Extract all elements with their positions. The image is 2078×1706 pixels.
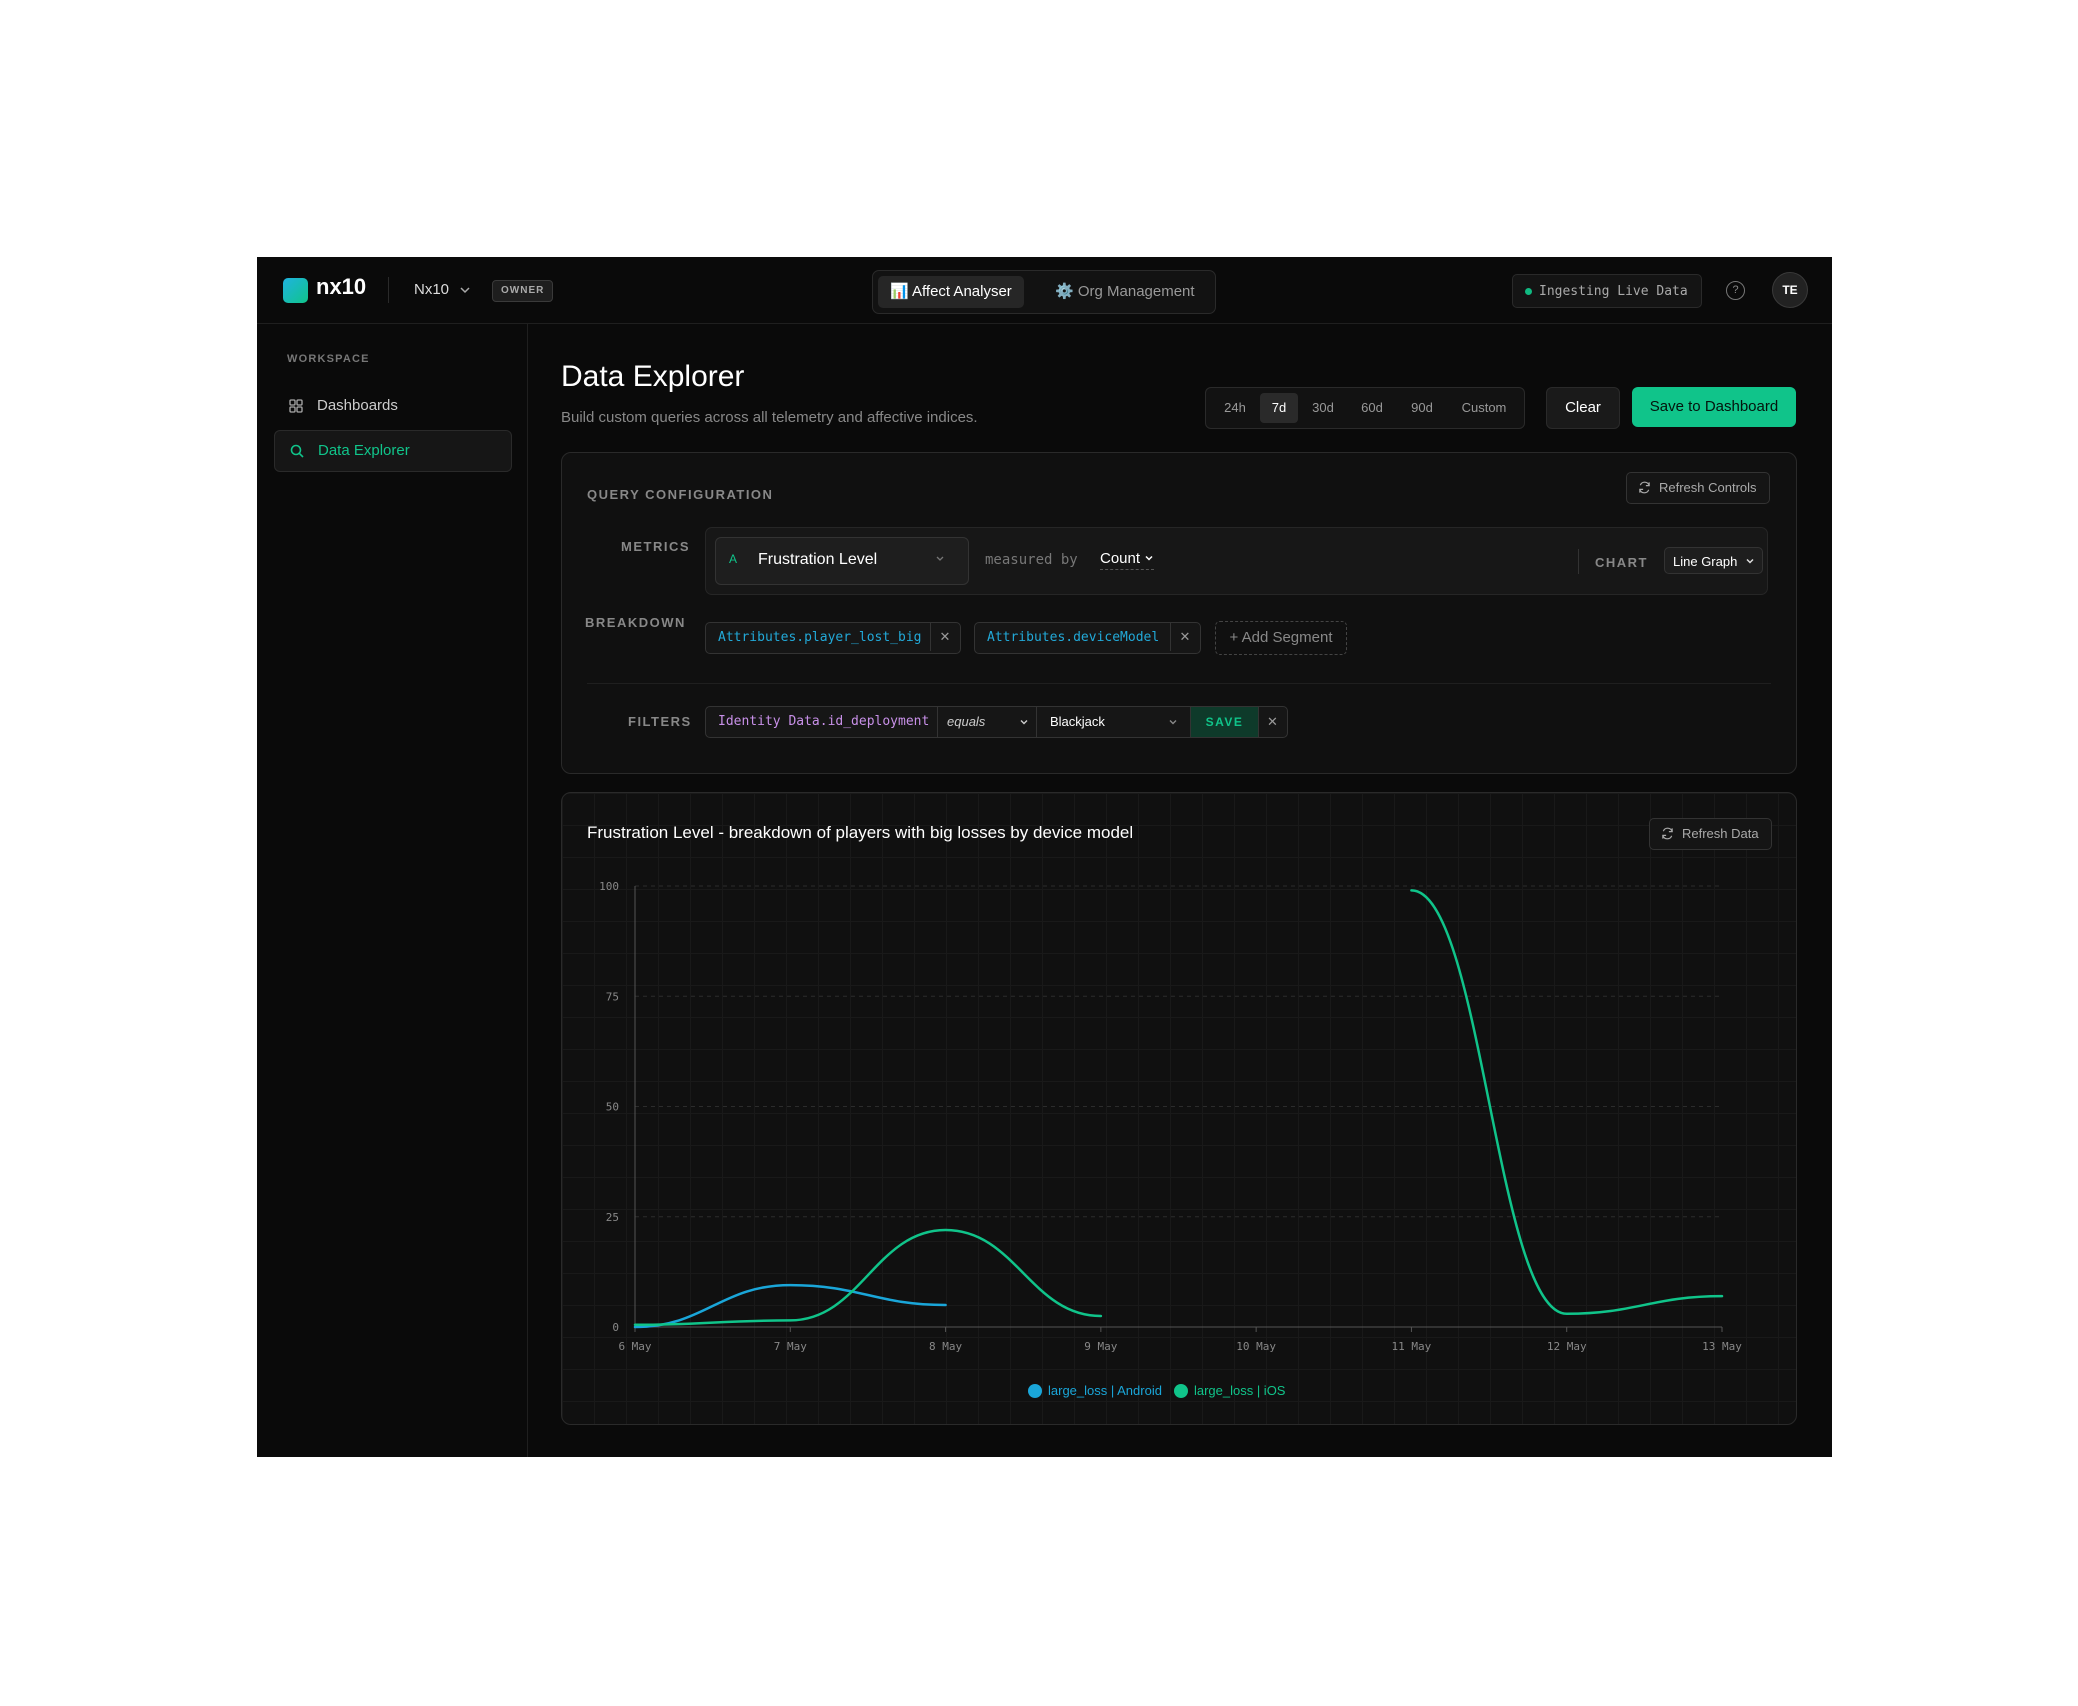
range-30d[interactable]: 30d [1302, 393, 1344, 423]
x-tick-label: 12 May [1547, 1340, 1587, 1353]
aggregation-value: Count [1100, 550, 1141, 567]
legend-swatch [1028, 1383, 1042, 1398]
chevron-down-icon [936, 556, 944, 561]
y-tick-label: 50 [606, 1101, 619, 1114]
x-tick-label: 9 May [1084, 1340, 1117, 1353]
avatar[interactable]: TE [1772, 272, 1808, 308]
breakdown-chip-label: Attributes.deviceModel [987, 630, 1160, 645]
metric-row: A Frustration Level measured by Count CH… [705, 527, 1768, 595]
x-tick-label: 10 May [1236, 1340, 1276, 1353]
sidebar-item-dashboards[interactable]: Dashboards [274, 386, 510, 426]
range-24h[interactable]: 24h [1214, 393, 1256, 423]
x-tick-label: 6 May [618, 1340, 651, 1353]
query-configuration-panel: QUERY CONFIGURATION Refresh Controls MET… [561, 452, 1797, 774]
status-dot-icon [1525, 288, 1532, 295]
filter-operator-select[interactable]: equals [938, 707, 1037, 737]
refresh-controls-label: Refresh Controls [1659, 480, 1757, 495]
y-tick-label: 25 [606, 1211, 619, 1224]
status-text: Ingesting Live Data [1539, 284, 1688, 299]
series-line-ios [1410, 889, 1724, 1316]
range-90d[interactable]: 90d [1401, 393, 1443, 423]
tab-affect-analyser[interactable]: 📊 Affect Analyser [878, 276, 1024, 308]
sidebar: WORKSPACE Dashboards Data Explorer [257, 323, 528, 1457]
org-name: Nx10 [414, 281, 450, 298]
metric-name: Frustration Level [758, 551, 878, 568]
divider [587, 683, 1771, 684]
y-tick-label: 0 [612, 1321, 619, 1334]
logo-icon [283, 278, 308, 303]
measured-by-label: measured by [985, 552, 1078, 568]
page-title: Data Explorer [561, 360, 745, 393]
line-chart: 0 25 50 75 100 6 May 7 May 8 May 9 May 10 May 11 M… [599, 880, 1742, 1353]
help-circle-icon[interactable]: ? [1726, 281, 1745, 300]
range-7d[interactable]: 7d [1260, 393, 1298, 423]
filter-value: Blackjack [1050, 714, 1105, 729]
y-tick-label: 75 [606, 990, 619, 1003]
app-window: nx10 Nx10 OWNER 📊 Affect Analyser ⚙️ Org… [257, 257, 1832, 1457]
filter-operator-value: equals [947, 714, 986, 729]
legend-label: large_loss | iOS [1193, 1383, 1286, 1398]
x-tick-label: 7 May [774, 1340, 807, 1353]
role-badge: OWNER [492, 280, 554, 302]
divider [388, 277, 389, 303]
legend-swatch [1173, 1383, 1188, 1398]
page-subtitle: Build custom queries across all telemetr… [561, 409, 978, 426]
metric-letter: A [729, 552, 738, 566]
top-bar: nx10 Nx10 OWNER 📊 Affect Analyser ⚙️ Org… [257, 257, 1832, 324]
sidebar-section-label: WORKSPACE [287, 353, 370, 365]
close-icon[interactable]: ✕ [1258, 707, 1287, 737]
chart-legend: large_loss | Android large_loss | iOS [1028, 1383, 1285, 1398]
metric-select[interactable]: A Frustration Level [715, 537, 969, 585]
chevron-down-icon [1145, 555, 1153, 561]
app-switcher: 📊 Affect Analyser ⚙️ Org Management [872, 270, 1216, 314]
legend-label: large_loss | Android [1048, 1383, 1162, 1398]
refresh-controls-button[interactable]: Refresh Controls [1626, 472, 1770, 504]
chevron-down-icon [460, 286, 470, 293]
grid-icon [289, 399, 303, 413]
filter-field[interactable]: Identity Data.id_deployment [706, 707, 938, 737]
x-tick-label: 13 May [1702, 1340, 1742, 1353]
sidebar-item-label: Data Explorer [318, 442, 410, 459]
breakdown-label: BREAKDOWN [585, 615, 686, 630]
panel-title: QUERY CONFIGURATION [587, 487, 774, 502]
filter-row: Identity Data.id_deployment equals Black… [705, 706, 1288, 738]
x-tick-label: 11 May [1392, 1340, 1432, 1353]
chart-panel: Frustration Level - breakdown of players… [561, 792, 1797, 1425]
close-icon[interactable]: ✕ [1170, 623, 1199, 651]
chevron-down-icon [1169, 720, 1177, 725]
sidebar-item-label: Dashboards [317, 397, 398, 414]
breakdown-chip[interactable]: Attributes.player_lost_big ✕ [705, 622, 961, 654]
close-icon[interactable]: ✕ [930, 623, 959, 651]
metrics-label: METRICS [621, 539, 690, 554]
breakdown-chip[interactable]: Attributes.deviceModel ✕ [974, 622, 1201, 654]
aggregation-select[interactable]: Count [1100, 550, 1155, 570]
divider [1578, 549, 1579, 574]
clear-button[interactable]: Clear [1546, 387, 1620, 429]
time-range-selector: 24h 7d 30d 60d 90d Custom [1205, 387, 1525, 429]
y-tick-label: 100 [599, 880, 619, 893]
sidebar-item-data-explorer[interactable]: Data Explorer [274, 430, 512, 472]
chevron-down-icon [1746, 558, 1754, 564]
logo-text: nx10 [316, 274, 367, 299]
legend-item-ios[interactable]: large_loss | iOS [1173, 1383, 1286, 1398]
chevron-down-icon [1020, 720, 1028, 725]
search-icon [290, 444, 304, 458]
legend-item-android[interactable]: large_loss | Android [1028, 1383, 1162, 1398]
tab-org-management[interactable]: ⚙️ Org Management [1043, 276, 1207, 308]
breakdown-chip-label: Attributes.player_lost_big [718, 630, 922, 645]
save-to-dashboard-button[interactable]: Save to Dashboard [1632, 387, 1796, 427]
filter-value-select[interactable]: Blackjack [1037, 707, 1191, 737]
chart-type-label: CHART [1595, 555, 1648, 570]
filters-label: FILTERS [628, 714, 692, 729]
range-60d[interactable]: 60d [1351, 393, 1393, 423]
org-switcher[interactable]: Nx10 [414, 281, 471, 298]
live-status-badge: Ingesting Live Data [1512, 274, 1702, 308]
range-custom[interactable]: Custom [1452, 393, 1516, 423]
x-tick-label: 8 May [929, 1340, 962, 1353]
refresh-icon [1639, 481, 1650, 494]
chart-type-value: Line Graph [1673, 554, 1738, 569]
chart-type-select[interactable]: Line Graph [1664, 547, 1763, 574]
add-segment-button[interactable]: + Add Segment [1215, 621, 1347, 655]
filter-save-button[interactable]: SAVE [1191, 707, 1259, 737]
